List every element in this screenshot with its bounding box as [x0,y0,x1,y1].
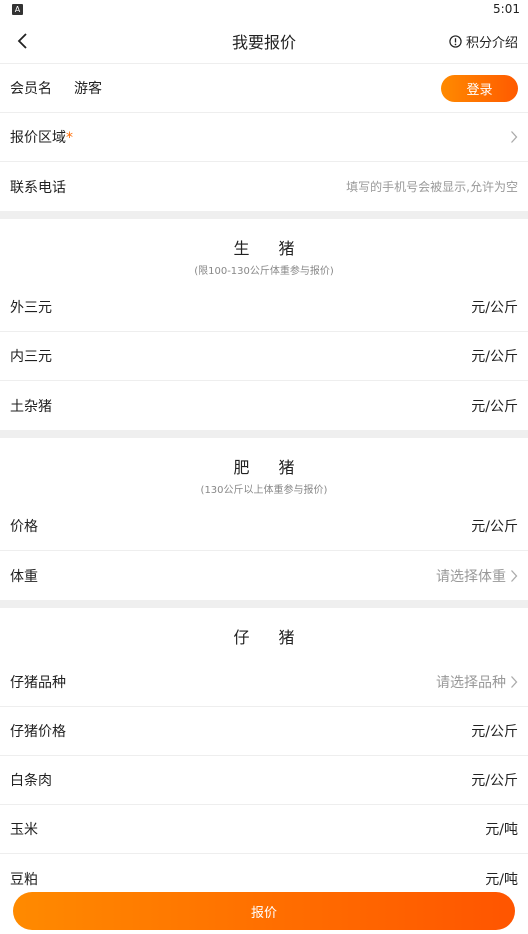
info-icon [449,34,462,48]
price-unit: 元/公斤 [471,773,518,789]
weight-select-row[interactable]: 体重 请选择体重 [0,551,528,600]
points-intro-label: 积分介绍 [465,35,518,51]
chevron-left-icon [17,32,27,49]
app-notification-icon: A [12,3,23,15]
region-label: 报价区域* [10,130,73,146]
price-label: 外三元 [10,300,52,316]
breed-label: 仔猪品种 [10,675,66,691]
member-row: 会员名 游客 登录 [0,64,528,113]
region-row[interactable]: 报价区域* [0,113,528,162]
section-subtitle: (限100-130公斤体重参与报价) [194,266,334,277]
phone-input[interactable]: 填写的手机号会被显示,允许为空 [346,178,518,195]
price-label: 白条肉 [10,773,52,789]
submit-bar: 报价 [13,892,515,930]
section-subtitle: (130公斤以上体重参与报价) [200,485,328,496]
price-label: 价格 [10,519,38,535]
status-bar: A 5:01 [0,0,528,18]
price-label: 仔猪价格 [10,724,66,740]
phone-row: 联系电话 填写的手机号会被显示,允许为空 [0,162,528,211]
section-title: 肥 猪 [233,458,307,477]
breed-select[interactable]: 请选择品种 [436,672,518,692]
price-row[interactable]: 外三元 元/公斤 [0,283,528,332]
fat-pig-header: 肥 猪 (130公斤以上体重参与报价) [0,438,528,502]
chevron-right-icon [511,131,518,143]
price-row[interactable]: 玉米 元/吨 [0,805,528,854]
price-unit: 元/公斤 [471,724,518,740]
back-button[interactable] [0,18,44,64]
price-label: 土杂猪 [10,398,52,415]
price-label: 玉米 [10,822,38,838]
section-title: 生 猪 [233,239,307,258]
price-label: 内三元 [10,349,52,365]
price-row[interactable]: 白条肉 元/公斤 [0,756,528,805]
price-row[interactable]: 仔猪价格 元/公斤 [0,707,528,756]
live-pig-header: 生 猪 (限100-130公斤体重参与报价) [0,219,528,283]
phone-label: 联系电话 [10,179,66,196]
price-row[interactable]: 土杂猪 元/公斤 [0,381,528,430]
price-unit: 元/公斤 [471,519,518,535]
section-title: 仔 猪 [233,628,307,647]
member-label: 会员名 [10,81,52,97]
weight-label: 体重 [10,568,38,585]
price-unit: 元/公斤 [471,398,518,415]
chevron-right-icon [511,676,518,688]
submit-quote-button[interactable]: 报价 [13,892,515,930]
points-intro-link[interactable]: 积分介绍 [449,18,518,64]
price-unit: 元/吨 [485,871,518,888]
member-name: 游客 [74,81,102,97]
section-divider [0,211,528,219]
chevron-right-icon [511,569,518,582]
piglet-header: 仔 猪 [0,608,528,658]
weight-select[interactable]: 请选择体重 [436,566,518,586]
required-mark: * [66,130,73,146]
login-button[interactable]: 登录 [441,74,518,102]
status-time: 5:01 [493,2,520,16]
price-unit: 元/吨 [485,822,518,838]
price-row[interactable]: 价格 元/公斤 [0,502,528,551]
section-divider [0,430,528,438]
breed-select-row[interactable]: 仔猪品种 请选择品种 [0,658,528,707]
price-row[interactable]: 内三元 元/公斤 [0,332,528,381]
nav-bar: 我要报价 积分介绍 [0,18,528,64]
price-unit: 元/公斤 [471,300,518,316]
price-unit: 元/公斤 [471,349,518,365]
price-label: 豆粕 [10,871,38,888]
section-divider [0,600,528,608]
